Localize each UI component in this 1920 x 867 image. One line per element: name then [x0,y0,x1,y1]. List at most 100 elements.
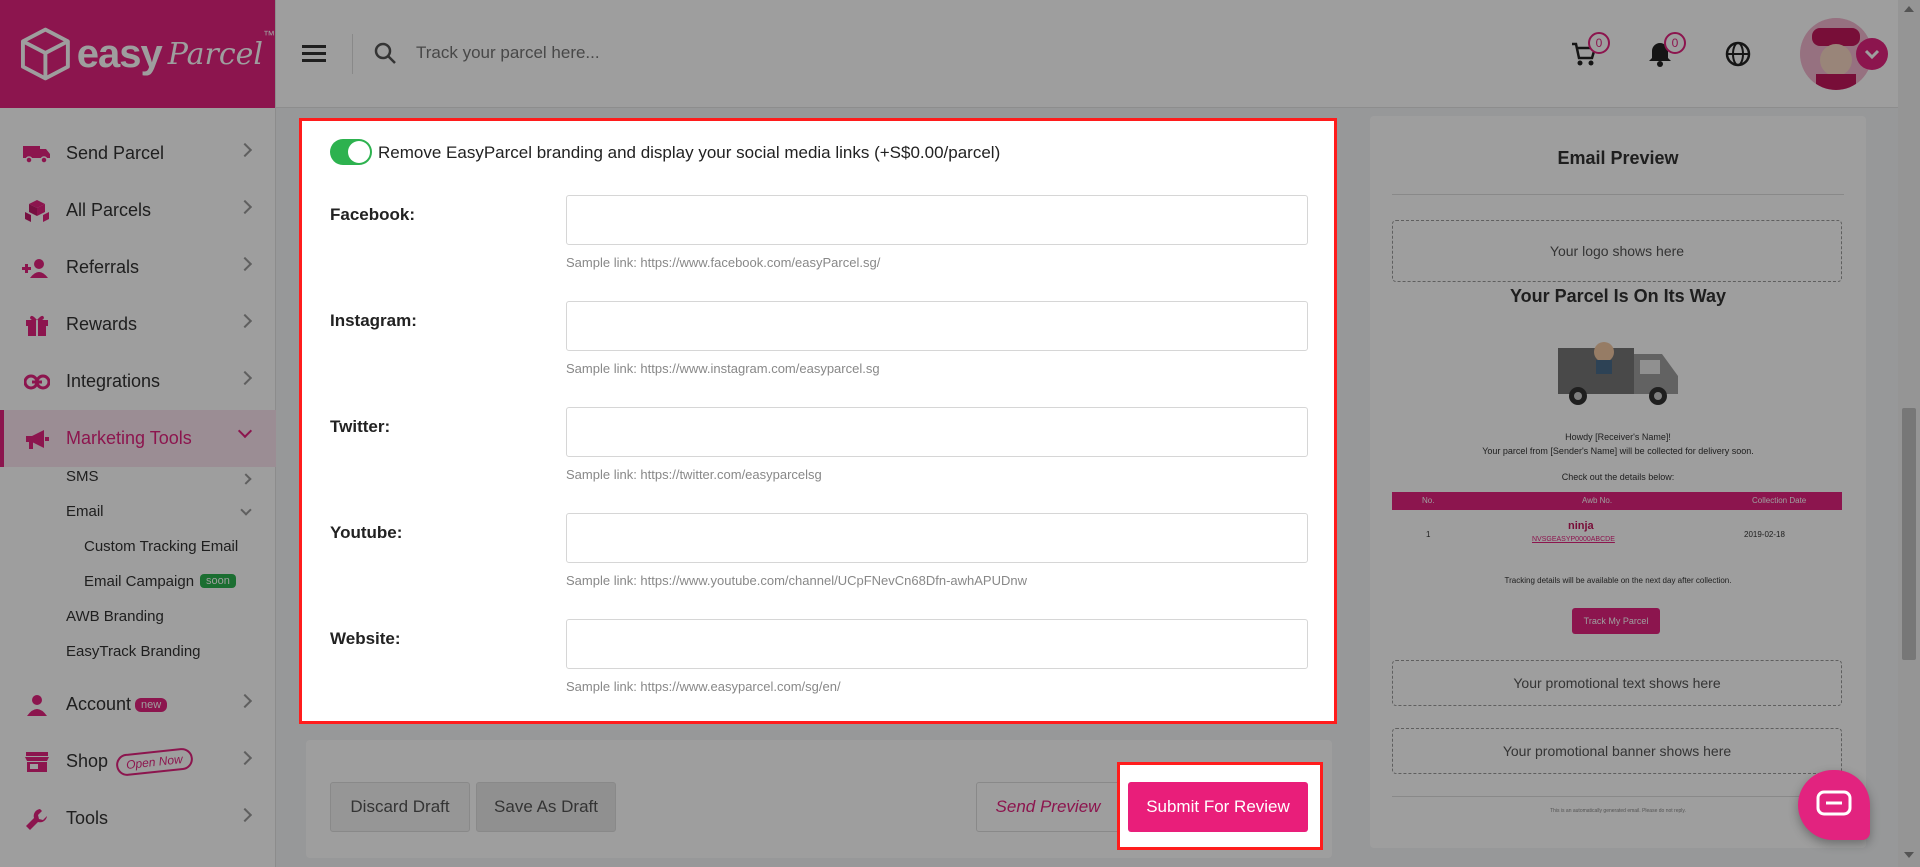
chevron-down-icon [237,423,253,439]
youtube-field-row-highlight: Youtube: Sample link: https://www.youtub… [330,509,1320,615]
sidebar-item-rewards[interactable]: Rewards [0,296,276,353]
scroll-up-icon[interactable] [1904,6,1914,12]
notification-count-badge: 0 [1664,32,1686,54]
divider [1392,194,1844,195]
remove-branding-toggle-highlight[interactable] [330,139,372,165]
notifications-button[interactable]: 0 [1646,32,1686,68]
chevron-down-icon [240,504,252,516]
field-label: Youtube: [330,523,403,542]
promo-text-placeholder: Your promotional text shows here [1392,660,1842,706]
chevron-right-icon [237,693,253,709]
email-details-text: Check out the details below: [1561,472,1675,482]
send-preview-button[interactable]: Send Preview [976,782,1120,832]
page-scrollbar[interactable] [1898,0,1920,867]
website-field-row-highlight: Website: Sample link: https://www.easypa… [330,615,1320,721]
submit-for-review-button-highlight[interactable]: Submit For Review [1128,782,1308,832]
youtube-input-highlight[interactable] [566,513,1308,563]
sidebar-item-shop[interactable]: Shop Open Now [0,733,276,790]
table-header-date: Collection Date [1752,496,1807,505]
field-hint: Sample link: https://www.easyparcel.com/… [566,679,841,694]
chevron-right-icon [237,807,253,823]
user-icon [22,693,52,717]
header-divider [352,34,353,74]
sidebar-item-label: Referrals [66,257,140,277]
box-logo-icon [20,27,70,81]
wrench-icon [22,807,52,831]
facebook-field-row-highlight: Facebook: Sample link: https://www.faceb… [330,191,1320,297]
language-button[interactable] [1724,40,1752,68]
delivery-truck-icon [1558,342,1678,405]
sidebar-item-send-parcel[interactable]: Send Parcel [0,125,276,182]
sidebar-subitem-label: Email Campaign [84,573,195,590]
sidebar-nav-lower: Account new Shop Open Now Tools [0,676,276,847]
cart-count-badge: 0 [1588,32,1610,54]
sidebar-item-account[interactable]: Account new [0,676,276,733]
track-my-parcel-button[interactable]: Track My Parcel [1572,608,1660,634]
field-hint: Sample link: https://twitter.com/easypar… [566,467,822,482]
scroll-down-icon[interactable] [1904,852,1914,858]
sidebar-item-tools[interactable]: Tools [0,790,276,847]
email-preview-panel: Email Preview Your logo shows here Your … [1370,116,1866,848]
brand-trademark: ™ [263,28,275,42]
awb-link[interactable]: NVSGEASYP0000ABCDE [1532,536,1615,543]
sidebar-item-all-parcels[interactable]: All Parcels [0,182,276,239]
chat-icon [1816,790,1852,816]
sidebar-item-label: Rewards [66,314,138,334]
new-badge: new [135,697,168,712]
globe-icon [1725,41,1751,67]
scroll-thumb[interactable] [1902,408,1916,660]
account-menu-button[interactable] [1856,38,1888,70]
sidebar-subitem-label: Email [66,503,104,520]
email-heading: Your Parcel Is On Its Way [1509,286,1727,306]
sidebar-subitem-email[interactable]: Email [0,503,276,527]
chevron-right-icon [237,142,253,158]
sidebar-item-marketing-tools[interactable]: Marketing Tools [0,410,276,467]
email-greeting: Howdy [Receiver's Name]! [1565,432,1671,442]
facebook-input-highlight[interactable] [566,195,1308,245]
table-cell-date: 2019-02-18 [1744,530,1785,539]
sidebar-item-referrals[interactable]: Referrals [0,239,276,296]
sidebar-item-label: Account [66,694,132,714]
track-parcel-search-input[interactable] [416,36,816,70]
sidebar-item-label: Integrations [66,371,161,391]
sidebar-item-integrations[interactable]: Integrations [0,353,276,410]
field-hint: Sample link: https://www.instagram.com/e… [566,361,880,376]
gift-icon [22,313,52,337]
brand-name: easy [76,31,163,76]
brand-name-script: Parcel [167,36,263,72]
sidebar-item-label: Tools [66,808,109,828]
sidebar-item-label: Marketing Tools [66,428,192,448]
cart-button[interactable]: 0 [1570,32,1610,68]
instagram-input-highlight[interactable] [566,301,1308,351]
twitter-field-row-highlight: Twitter: Sample link: https://twitter.co… [330,403,1320,509]
email-footer: This is an automatically generated email… [1550,808,1686,814]
chevron-down-icon [1864,49,1880,60]
chevron-right-icon [237,199,253,215]
sidebar-subitem-email-campaign[interactable]: Email Campaign soon [0,573,276,597]
sidebar-nav: Send Parcel All Parcels Referrals Reward… [0,125,276,467]
highlight-form-content: Remove EasyParcel branding and display y… [302,121,1334,721]
website-input-highlight[interactable] [566,619,1308,669]
open-now-badge: Open Now [115,746,194,777]
menu-toggle-icon[interactable] [302,45,326,63]
sidebar-subitem-awb-branding[interactable]: AWB Branding [0,608,276,632]
sidebar-subitem-easytrack-branding[interactable]: EasyTrack Branding [0,643,276,667]
soon-badge: soon [200,574,236,588]
sidebar-subitem-custom-tracking-email[interactable]: Custom Tracking Email [0,538,276,562]
instagram-field-row-highlight: Instagram: Sample link: https://www.inst… [330,297,1320,403]
parcel-table-header: No. Awb No. Collection Date [1392,492,1842,510]
table-cell-no: 1 [1426,530,1431,539]
discard-draft-button[interactable]: Discard Draft [330,782,470,832]
sidebar-subitem-sms[interactable]: SMS [0,468,276,492]
twitter-input-highlight[interactable] [566,407,1308,457]
chat-support-button[interactable] [1798,770,1870,840]
sidebar-item-label: Shop [66,751,109,771]
save-draft-button[interactable]: Save As Draft [476,782,616,832]
boxes-icon [22,199,52,223]
brand-logo[interactable]: easy Parcel ™ [0,0,275,108]
field-label: Instagram: [330,311,417,330]
field-label: Twitter: [330,417,391,436]
sidebar-subitem-label: SMS [66,468,99,485]
chevron-right-icon [237,256,253,272]
logo-placeholder: Your logo shows here [1392,220,1842,282]
